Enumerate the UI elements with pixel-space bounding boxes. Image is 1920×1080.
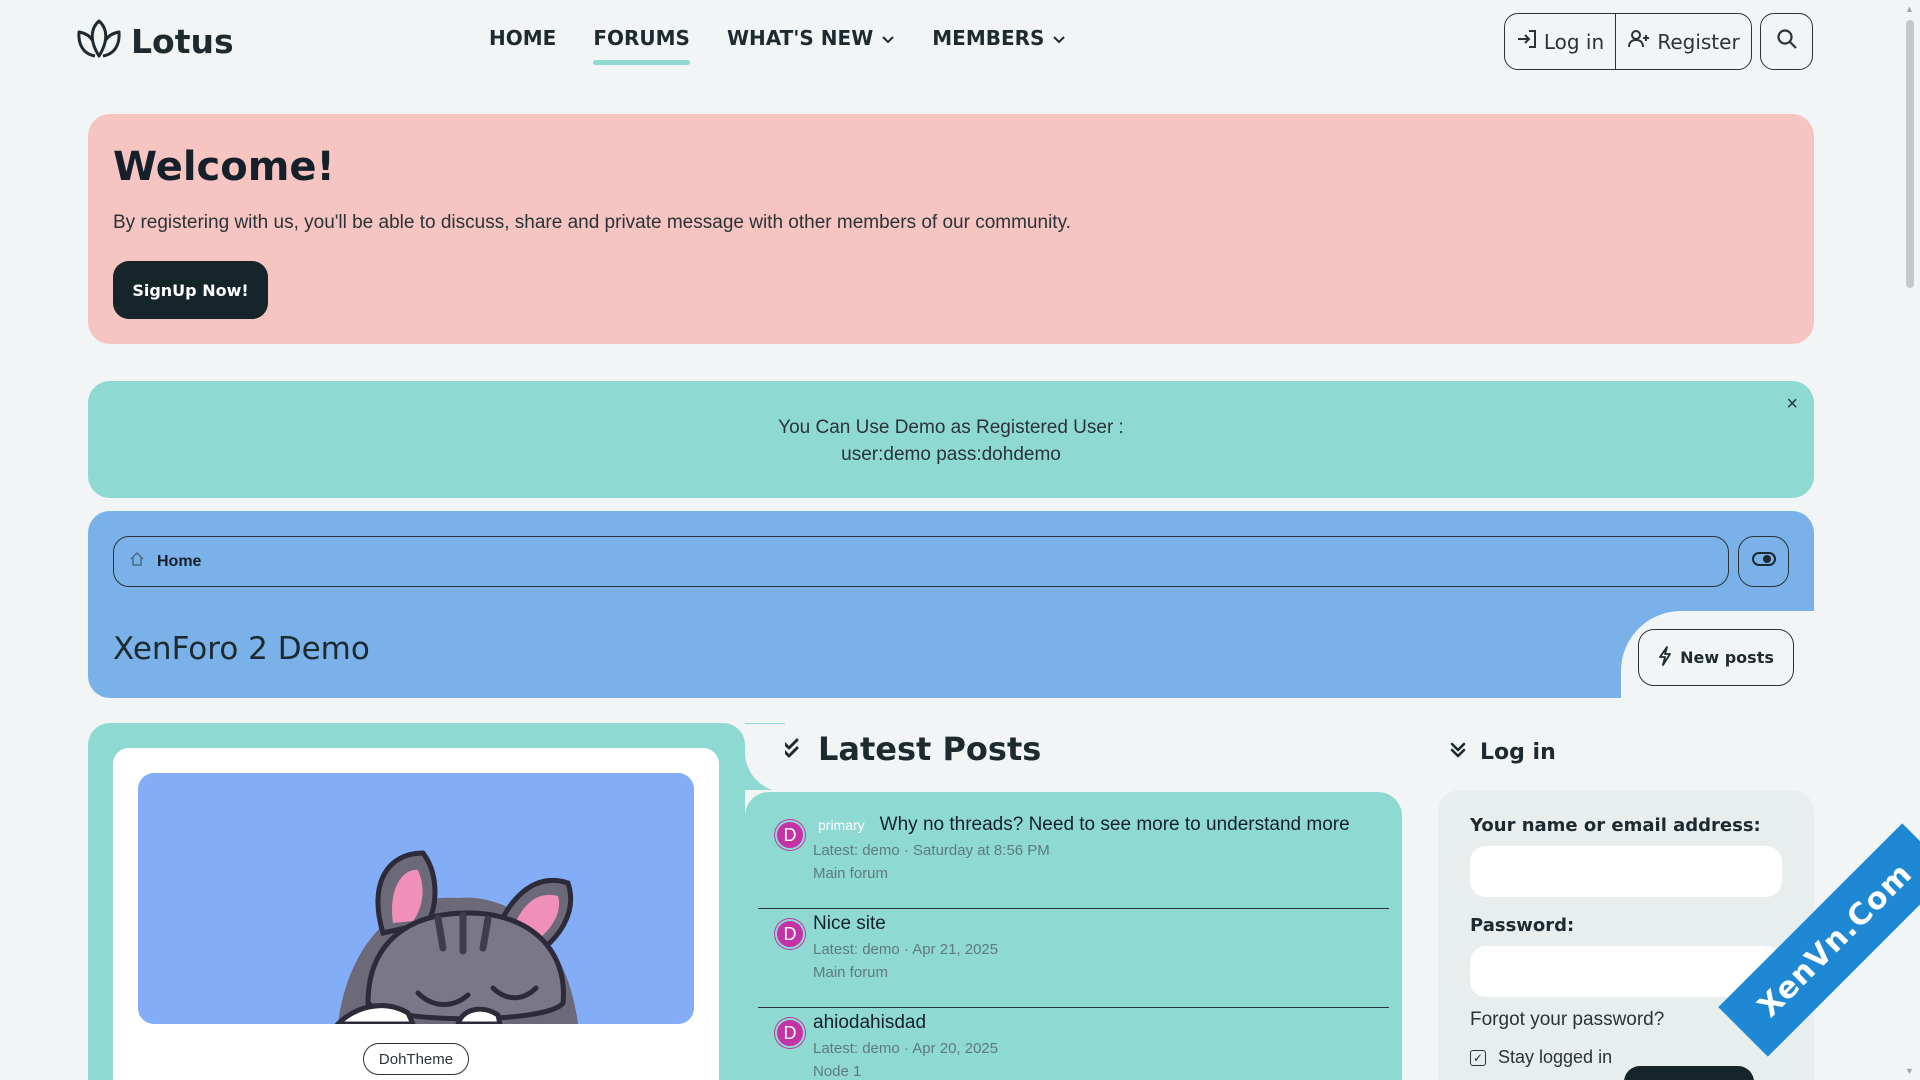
thread-title: Nice site <box>813 913 886 934</box>
avatar[interactable]: D <box>775 820 805 850</box>
list-item: D primary Why no threads? Need to see mo… <box>758 810 1389 909</box>
thread-meta: Latest: demo · Saturday at 8:56 PM <box>813 842 1050 859</box>
lotus-icon <box>75 18 123 65</box>
avatar[interactable]: D <box>775 1018 805 1048</box>
login-label: Log in <box>1543 29 1605 54</box>
username-input[interactable] <box>1470 846 1782 897</box>
home-icon <box>129 551 145 572</box>
nav-forums[interactable]: FORUMS <box>593 26 690 65</box>
thread-forum[interactable]: Main forum <box>813 865 1389 882</box>
nav-whats-new[interactable]: WHAT'S NEW <box>727 26 895 50</box>
register-button[interactable]: Register <box>1616 14 1751 69</box>
toggle-icon <box>1751 552 1776 571</box>
nav-whats-new-label: WHAT'S NEW <box>726 26 874 50</box>
search-button[interactable] <box>1760 13 1813 70</box>
logo-text: Lotus <box>131 22 234 61</box>
stay-logged-in-checkbox[interactable]: ✓ <box>1470 1049 1486 1066</box>
search-icon <box>1776 28 1798 55</box>
nav-members[interactable]: MEMBERS <box>932 26 1066 50</box>
login-widget-title: Log in <box>1480 740 1556 765</box>
add-user-icon <box>1627 29 1651 54</box>
thread-meta: Latest: demo · Apr 21, 2025 <box>813 941 999 958</box>
new-posts-label: New posts <box>1680 648 1774 667</box>
login-button[interactable]: Log in <box>1505 14 1616 69</box>
dohtheme-tag[interactable]: DohTheme <box>363 1043 469 1075</box>
site-header: Lotus HOME FORUMS WHAT'S NEW MEMBERS Log… <box>0 0 1900 84</box>
notice-line-1: You Can Use Demo as Registered User : <box>778 417 1124 438</box>
thread-forum[interactable]: Node 1 <box>813 1063 1389 1080</box>
welcome-title: Welcome! <box>113 144 335 190</box>
latest-posts-heading: Latest Posts <box>778 730 1041 768</box>
breadcrumb-home: Home <box>157 552 202 570</box>
stay-logged-in-label: Stay logged in <box>1498 1047 1613 1067</box>
chevron-down-icon <box>881 26 895 50</box>
thread-prefix: primary <box>818 817 865 833</box>
close-icon[interactable]: × <box>1786 391 1798 418</box>
bolt-icon <box>1658 645 1672 670</box>
latest-posts-list: D primary Why no threads? Need to see mo… <box>745 724 1402 1080</box>
username-label: Your name or email address: <box>1470 815 1761 836</box>
stay-logged-in: ✓ Stay logged in <box>1470 1047 1782 1068</box>
demo-notice: You Can Use Demo as Registered User : us… <box>88 381 1814 498</box>
featured-card: DohTheme <box>88 723 785 1080</box>
nav-home[interactable]: HOME <box>489 26 556 50</box>
avatar[interactable]: D <box>775 919 805 949</box>
list-item: D ahiodahisdad Latest: demo · Apr 20, 20… <box>758 1008 1389 1080</box>
notice-line-2: user:demo pass:dohdemo <box>841 444 1061 465</box>
password-label: Password: <box>1470 915 1575 936</box>
cat-illustration <box>138 773 694 1024</box>
featured-inner: DohTheme <box>113 748 719 1080</box>
auth-buttons: Log in Register <box>1504 13 1752 70</box>
welcome-banner: Welcome! By registering with us, you'll … <box>88 114 1814 344</box>
thread-forum[interactable]: Main forum <box>813 964 1389 981</box>
chevron-down-icon <box>1052 26 1066 50</box>
latest-posts-title: Latest Posts <box>818 730 1042 768</box>
main-nav: HOME FORUMS WHAT'S NEW MEMBERS <box>489 26 1066 65</box>
login-submit-button[interactable] <box>1624 1066 1754 1080</box>
nav-members-label: MEMBERS <box>932 26 1045 50</box>
scroll-up-icon[interactable]: ▲ <box>1905 4 1914 14</box>
scroll-thumb[interactable] <box>1906 20 1914 288</box>
theme-toggle[interactable] <box>1738 536 1789 587</box>
login-widget-heading: Log in <box>1450 740 1556 765</box>
nav-forums-label: FORUMS <box>593 26 690 50</box>
new-posts-button[interactable]: New posts <box>1638 629 1794 686</box>
page-hero: Home XenForo 2 Demo New posts <box>88 511 1814 698</box>
welcome-text: By registering with us, you'll be able t… <box>113 212 1071 233</box>
register-label: Register <box>1657 29 1740 54</box>
login-icon <box>1516 29 1538 54</box>
thread-meta: Latest: demo · Apr 20, 2025 <box>813 1040 999 1057</box>
breadcrumb[interactable]: Home <box>113 536 1729 587</box>
list-item: D Nice site Latest: demo · Apr 21, 2025 … <box>758 909 1389 1008</box>
page-title: XenForo 2 Demo <box>113 631 370 667</box>
thread-link[interactable]: ahiodahisdad <box>813 1012 1389 1034</box>
thread-title: Why no threads? Need to see more to unde… <box>879 814 1350 835</box>
scroll-down-icon[interactable]: ▼ <box>1905 1066 1914 1076</box>
nav-home-label: HOME <box>489 26 557 50</box>
double-chevron-down-icon[interactable] <box>1450 740 1466 765</box>
signup-button[interactable]: SignUp Now! <box>113 261 268 319</box>
thread-link[interactable]: Nice site <box>813 913 1389 935</box>
thread-title: ahiodahisdad <box>813 1012 927 1033</box>
thread-link[interactable]: primary Why no threads? Need to see more… <box>813 814 1389 836</box>
site-logo[interactable]: Lotus <box>75 18 234 65</box>
